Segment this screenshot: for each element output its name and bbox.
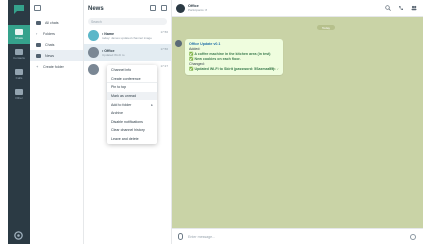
chat-bubble-icon	[15, 29, 23, 35]
folder-label: All chats	[45, 20, 59, 25]
menu-item-label: Disable notifications	[111, 119, 143, 124]
menu-item-label: Leave and delete	[111, 137, 139, 142]
chat-list-title[interactable]: News	[88, 6, 104, 12]
rail-item-chats[interactable]: Chats	[8, 25, 30, 44]
chat-time: 17:56	[160, 30, 168, 34]
avatar	[88, 47, 99, 58]
emoji-icon[interactable]	[410, 234, 416, 240]
chevron-icon: ›	[36, 31, 38, 36]
plus-icon: +	[36, 64, 39, 69]
menu-item-label: Mark as unread	[111, 94, 136, 99]
menu-item-disable-notifications[interactable]: Disable notifications	[107, 118, 157, 127]
bookmark-icon[interactable]	[150, 5, 156, 11]
left-rail: Chats Contacts Calls Other	[8, 0, 30, 244]
all-chats-item[interactable]: All chats	[30, 17, 83, 28]
folder-item-news[interactable]: News	[30, 50, 83, 61]
sidebar-toggle-icon[interactable]	[34, 5, 41, 11]
chat-subtitle: Participants: 8	[188, 8, 208, 12]
chat-header: Office Participants: 8	[172, 0, 423, 17]
menu-item-channel-info[interactable]: Channel info	[107, 66, 157, 75]
submenu-arrow-icon: ▸	[151, 102, 153, 107]
menu-item-label: Clear channel history	[111, 128, 145, 133]
rail-item-calls[interactable]: Calls	[8, 65, 30, 84]
rail-item-label: Contacts	[13, 56, 25, 60]
message-input[interactable]: Enter message...	[188, 235, 215, 239]
folder-label: Create folder	[43, 64, 64, 69]
chat-list-item[interactable]: • Name today: James updated channel imag…	[84, 27, 171, 44]
menu-item-mark-as-unread[interactable]: Mark as unread	[107, 91, 157, 101]
menu-item-archive[interactable]: Archive	[107, 109, 157, 118]
rail-item-other[interactable]: Other	[8, 85, 30, 104]
folder-icon	[36, 53, 41, 58]
participants-icon[interactable]	[411, 5, 417, 11]
folders-topbar	[30, 0, 83, 17]
menu-item-label: Channel info	[111, 68, 132, 73]
phone-icon[interactable]	[398, 5, 404, 11]
folder-label: News	[45, 53, 54, 58]
search-placeholder: Search	[91, 19, 102, 24]
menu-item-pin-to-top[interactable]: Pin to top	[107, 83, 157, 92]
message-composer: Enter message...	[172, 228, 423, 244]
attach-icon[interactable]	[178, 233, 183, 240]
phone-icon	[15, 69, 23, 75]
chat-preview: today: James updated channel image	[102, 35, 152, 40]
folder-icon	[36, 42, 41, 47]
rail-item-label: Calls	[15, 76, 23, 80]
avatar	[88, 30, 99, 41]
chat-list-item[interactable]: • Office Updated Wi-Fi to 17:56	[84, 44, 171, 61]
date-separator: Today	[317, 25, 336, 30]
app-logo-icon	[14, 5, 24, 14]
menu-item-leave-and-delete[interactable]: Leave and delete	[107, 135, 157, 144]
avatar	[88, 64, 99, 75]
menu-item-label: Add to folder	[111, 102, 132, 107]
menu-item-add-to-folder[interactable]: Add to folder ▸	[107, 100, 157, 109]
contacts-icon	[15, 49, 23, 55]
rail-item-label: Other	[15, 96, 23, 100]
more-icon	[15, 89, 23, 95]
rail-item-label: Chats	[15, 36, 23, 40]
chat-time: 17:27	[160, 64, 168, 68]
date-separator-label: Today	[322, 25, 331, 30]
folder-item-folders[interactable]: › Folders	[30, 28, 83, 39]
search-icon[interactable]	[385, 5, 391, 11]
chat-panel: Office Participants: 8 Today Office Upda…	[172, 0, 423, 244]
search-input[interactable]: Search	[88, 18, 167, 25]
message-row: Office Update v0.1 Added: ✅ A coffee mac…	[175, 39, 283, 75]
compose-icon[interactable]	[161, 5, 167, 11]
folders-panel: All chats › Folders Chats News + Create …	[30, 0, 84, 244]
message-bubble[interactable]: Office Update v0.1 Added: ✅ A coffee mac…	[185, 39, 283, 75]
menu-item-clear-channel-history[interactable]: Clear channel history	[107, 126, 157, 135]
menu-item-create-conference[interactable]: Create conference	[107, 75, 157, 84]
chat-time: 17:56	[160, 47, 168, 51]
message-line: ✅ Updated Wi-Fi to Skirit (password: 5Sa…	[189, 67, 275, 71]
avatar[interactable]	[176, 3, 185, 13]
avatar[interactable]	[175, 40, 182, 47]
chat-context-menu: Channel info Create conference Pin to to…	[107, 65, 157, 145]
menu-item-label: Create conference	[111, 76, 141, 81]
menu-item-label: Archive	[111, 111, 123, 116]
folder-item-chats[interactable]: Chats	[30, 39, 83, 50]
chats-icon	[36, 20, 41, 25]
create-folder-button[interactable]: + Create folder	[30, 61, 83, 72]
folder-label: Folders	[43, 31, 55, 36]
settings-gear-icon[interactable]	[13, 230, 24, 241]
folder-label: Chats	[45, 42, 55, 47]
menu-item-label: Pin to top	[111, 85, 127, 90]
chat-preview: Updated Wi-Fi to	[102, 52, 125, 57]
chat-list-header: News	[84, 0, 171, 17]
rail-item-contacts[interactable]: Contacts	[8, 45, 30, 64]
